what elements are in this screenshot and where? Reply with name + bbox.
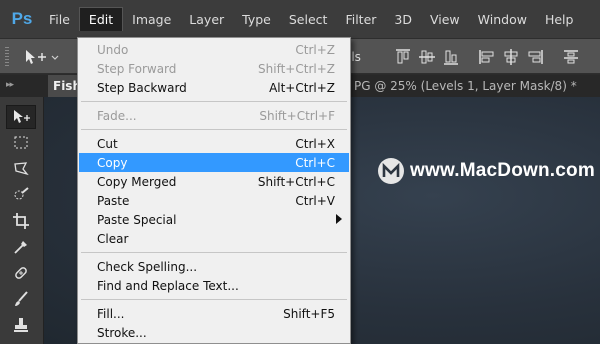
menu-window[interactable]: Window [469, 7, 536, 31]
menu-select[interactable]: Select [280, 7, 337, 31]
quick-selection-tool-icon[interactable] [6, 183, 36, 207]
align-bottom-icon[interactable] [442, 48, 460, 66]
brush-tool-icon[interactable] [6, 287, 36, 311]
lasso-tool-icon[interactable] [6, 157, 36, 181]
crop-tool-icon[interactable] [6, 209, 36, 233]
document-tab-title[interactable]: PG @ 25% (Levels 1, Layer Mask/8) * [354, 79, 577, 93]
panel-grip-icon[interactable] [5, 47, 9, 67]
menu-bar: Ps File Edit Image Layer Type Select Fil… [0, 0, 600, 38]
healing-brush-tool-icon[interactable] [6, 261, 36, 285]
photoshop-logo: Ps [11, 9, 33, 28]
menu-item-clear[interactable]: Clear [79, 229, 349, 248]
menu-item-fill[interactable]: Fill... Shift+F5 [79, 304, 349, 323]
clone-stamp-tool-icon[interactable] [6, 313, 36, 337]
document-tab[interactable]: Fishi [48, 75, 78, 97]
tools-panel-header: ▸▸ [0, 75, 44, 97]
menu-item-undo[interactable]: Undo Ctrl+Z [79, 40, 349, 59]
menu-3d[interactable]: 3D [385, 7, 421, 31]
menu-item-check-spelling[interactable]: Check Spelling... [79, 257, 349, 276]
menu-item-stroke[interactable]: Stroke... [79, 323, 349, 342]
menu-item-step-backward[interactable]: Step Backward Alt+Ctrl+Z [79, 78, 349, 97]
menu-separator [81, 129, 347, 130]
align-vcenter-icon[interactable] [418, 48, 436, 66]
menu-item-copy-merged[interactable]: Copy Merged Shift+Ctrl+C [79, 172, 349, 191]
menu-layer[interactable]: Layer [180, 7, 233, 31]
macdown-logo-icon [378, 158, 404, 184]
submenu-arrow-icon [336, 214, 342, 224]
eyedropper-tool-icon[interactable] [6, 235, 36, 259]
edit-menu-dropdown: Undo Ctrl+Z Step Forward Shift+Ctrl+Z Step… [77, 37, 351, 344]
menu-item-fade[interactable]: Fade... Shift+Ctrl+F [79, 106, 349, 125]
menu-item-copy[interactable]: Copy Ctrl+C [79, 153, 349, 172]
menu-filter[interactable]: Filter [336, 7, 385, 31]
collapse-panel-icon[interactable]: ▸▸ [6, 80, 14, 90]
distribute-top-icon[interactable] [562, 48, 580, 66]
align-top-icon[interactable] [394, 48, 412, 66]
watermark: www.MacDown.com [378, 158, 595, 184]
menu-image[interactable]: Image [123, 7, 180, 31]
menu-item-step-forward[interactable]: Step Forward Shift+Ctrl+Z [79, 59, 349, 78]
menu-item-find-replace[interactable]: Find and Replace Text... [79, 276, 349, 295]
menu-item-paste-special[interactable]: Paste Special [79, 210, 349, 229]
watermark-text: www.MacDown.com [410, 160, 595, 181]
menu-file[interactable]: File [40, 7, 79, 31]
tool-preset-picker[interactable] [22, 48, 62, 66]
align-left-icon[interactable] [478, 48, 496, 66]
menu-edit[interactable]: Edit [78, 7, 124, 31]
tools-panel: ▸▸ [0, 75, 44, 344]
menu-help[interactable]: Help [536, 7, 583, 31]
move-tool-icon[interactable] [6, 105, 36, 129]
menu-type[interactable]: Type [233, 7, 280, 31]
marquee-tool-icon[interactable] [6, 131, 36, 155]
menu-separator [81, 101, 347, 102]
align-right-icon[interactable] [526, 48, 544, 66]
menu-view[interactable]: View [421, 7, 469, 31]
menu-separator [81, 252, 347, 253]
menu-item-paste[interactable]: Paste Ctrl+V [79, 191, 349, 210]
menu-separator [81, 299, 347, 300]
align-hcenter-icon[interactable] [502, 48, 520, 66]
menu-item-cut[interactable]: Cut Ctrl+X [79, 134, 349, 153]
